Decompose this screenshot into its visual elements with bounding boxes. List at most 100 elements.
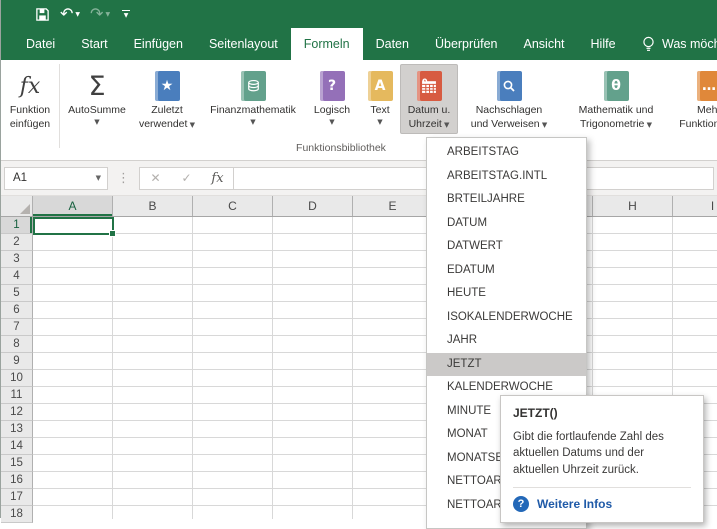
undo-button[interactable]: ↶▼: [56, 3, 84, 25]
formula-bar-divider: ⋮: [117, 171, 130, 186]
row-header-13[interactable]: 13: [1, 421, 33, 438]
tab-label: Start: [81, 37, 107, 51]
ribbon-button-label: Nachschlagen: [476, 104, 543, 118]
row-header-1[interactable]: 1: [1, 217, 33, 234]
menu-item-arbeitstag[interactable]: ARBEITSTAG: [427, 141, 586, 165]
menu-item-jahr[interactable]: JAHR: [427, 329, 586, 353]
menu-item-isokalenderwoche[interactable]: ISOKALENDERWOCHE: [427, 306, 586, 330]
row-header-9[interactable]: 9: [1, 353, 33, 370]
ribbon-button-zuletzt-verwendet[interactable]: ★Zuletztverwendet ▼: [132, 64, 202, 134]
name-box-value: A1: [13, 172, 27, 184]
tell-me-more-link[interactable]: ? Weitere Infos: [513, 496, 691, 512]
tab-seitenlayout[interactable]: Seitenlayout: [196, 28, 291, 60]
ribbon-button-label: Finanzmathematik: [210, 104, 296, 118]
customize-quick-access-button[interactable]: ▼: [122, 10, 130, 19]
tab-datei[interactable]: Datei: [13, 28, 68, 60]
chevron-down-icon: ▼: [124, 12, 129, 19]
menu-item-datwert[interactable]: DATWERT: [427, 235, 586, 259]
financial-book-icon: [241, 68, 266, 104]
row-header-14[interactable]: 14: [1, 438, 33, 455]
tab-label: Überprüfen: [435, 37, 498, 51]
save-icon[interactable]: [31, 3, 54, 25]
chevron-down-icon: ▼: [75, 11, 80, 18]
row-headers: 123456789101112131415161718: [1, 217, 33, 519]
tab-label: Hilfe: [591, 37, 616, 51]
selected-cell-a1[interactable]: [33, 217, 114, 235]
row-header-16[interactable]: 16: [1, 472, 33, 489]
row-header-11[interactable]: 11: [1, 387, 33, 404]
ribbon-button-label: Funktionen ▼: [679, 118, 717, 132]
column-header-a[interactable]: A: [33, 196, 113, 216]
row-header-7[interactable]: 7: [1, 319, 33, 336]
chevron-down-icon: ▼: [644, 121, 652, 129]
tab-hilfe[interactable]: Hilfe: [578, 28, 629, 60]
name-box[interactable]: A1 ▼: [4, 167, 108, 190]
tab-label: Daten: [376, 37, 409, 51]
excel-window: { "window": { "accent_color": "#217346" …: [0, 0, 717, 518]
row-header-17[interactable]: 17: [1, 489, 33, 506]
insert-function-icon[interactable]: fx: [202, 171, 233, 186]
row-header-10[interactable]: 10: [1, 370, 33, 387]
column-header-e[interactable]: E: [353, 196, 433, 216]
select-all-corner[interactable]: [1, 196, 33, 216]
row-header-8[interactable]: 8: [1, 336, 33, 353]
row-header-4[interactable]: 4: [1, 268, 33, 285]
ribbon-tab-strip: Datei Start Einfügen Seitenlayout Formeln Dat…: [1, 28, 717, 60]
function-tooltip: JETZT() Gibt die fortlaufende Zahl des a…: [500, 395, 704, 523]
chevron-down-icon: ▼: [442, 121, 450, 129]
ribbon-button-datum-uhrzeit[interactable]: Datum u.Uhrzeit ▼: [400, 64, 458, 134]
column-header-h[interactable]: H: [593, 196, 673, 216]
ribbon-button-logisch[interactable]: ?Logisch▼: [304, 64, 360, 134]
tab-label: Datei: [26, 37, 55, 51]
ribbon-button-mathematik-trigonometrie[interactable]: θMathematik undTrigonometrie ▼: [560, 64, 672, 134]
tab-ansicht[interactable]: Ansicht: [511, 28, 578, 60]
row-header-2[interactable]: 2: [1, 234, 33, 251]
ribbon-button-finanzmathematik[interactable]: Finanzmathematik▼: [202, 64, 304, 134]
lookup-book-icon: [497, 68, 522, 104]
tab-label: Formeln: [304, 37, 350, 51]
tab-label: Einfügen: [134, 37, 183, 51]
tooltip-title: JETZT(): [513, 406, 691, 420]
menu-item-brteiljahre[interactable]: BRTEILJAHRE: [427, 188, 586, 212]
redo-button[interactable]: ↷▼: [86, 3, 114, 25]
ribbon-button-autosumme[interactable]: ΣAutoSumme▼: [62, 64, 132, 134]
tell-me-more-label: Weitere Infos: [537, 497, 612, 511]
cancel-icon[interactable]: ✕: [140, 171, 171, 185]
ribbon-button-label: Mathematik und: [579, 104, 654, 118]
text-book-icon: A: [368, 68, 393, 104]
row-header-5[interactable]: 5: [1, 285, 33, 302]
column-header-d[interactable]: D: [273, 196, 353, 216]
tab-start[interactable]: Start: [68, 28, 120, 60]
chevron-down-icon: ▼: [105, 11, 110, 18]
menu-item-arbeitstag.intl[interactable]: ARBEITSTAG.INTL: [427, 165, 586, 189]
tell-me-box[interactable]: Was möchten Sie tun?: [642, 28, 717, 60]
row-header-15[interactable]: 15: [1, 455, 33, 472]
tab-label: Seitenlayout: [209, 37, 278, 51]
ribbon-button-mehr-funktionen[interactable]: …MehrFunktionen ▼: [672, 64, 717, 134]
fill-handle[interactable]: [109, 230, 116, 237]
row-header-6[interactable]: 6: [1, 302, 33, 319]
column-header-c[interactable]: C: [193, 196, 273, 216]
ribbon-button-funktion-einfuegen[interactable]: fxFunktioneinfügen: [3, 64, 57, 134]
chevron-down-icon: ▼: [329, 118, 334, 128]
ribbon-button-text[interactable]: AText▼: [360, 64, 400, 134]
tab-überprüfen[interactable]: Überprüfen: [422, 28, 511, 60]
menu-item-datum[interactable]: DATUM: [427, 212, 586, 236]
tab-formeln[interactable]: Formeln: [291, 28, 363, 60]
row-header-12[interactable]: 12: [1, 404, 33, 421]
column-header-b[interactable]: B: [113, 196, 193, 216]
enter-icon[interactable]: ✓: [171, 171, 202, 185]
menu-item-edatum[interactable]: EDATUM: [427, 259, 586, 283]
tab-einfügen[interactable]: Einfügen: [121, 28, 196, 60]
title-bar: ↶▼ ↷▼ ▼: [1, 0, 717, 28]
bar-icon: [122, 10, 130, 11]
row-header-3[interactable]: 3: [1, 251, 33, 268]
tab-label: Ansicht: [524, 37, 565, 51]
tab-daten[interactable]: Daten: [363, 28, 422, 60]
menu-item-jetzt[interactable]: JETZT: [427, 353, 586, 377]
ribbon-button-nachschlagen-verweisen[interactable]: Nachschlagenund Verweisen ▼: [458, 64, 560, 134]
recent-functions-book-icon: ★: [155, 68, 180, 104]
menu-item-heute[interactable]: HEUTE: [427, 282, 586, 306]
row-header-18[interactable]: 18: [1, 506, 33, 523]
column-header-i[interactable]: I: [673, 196, 717, 216]
